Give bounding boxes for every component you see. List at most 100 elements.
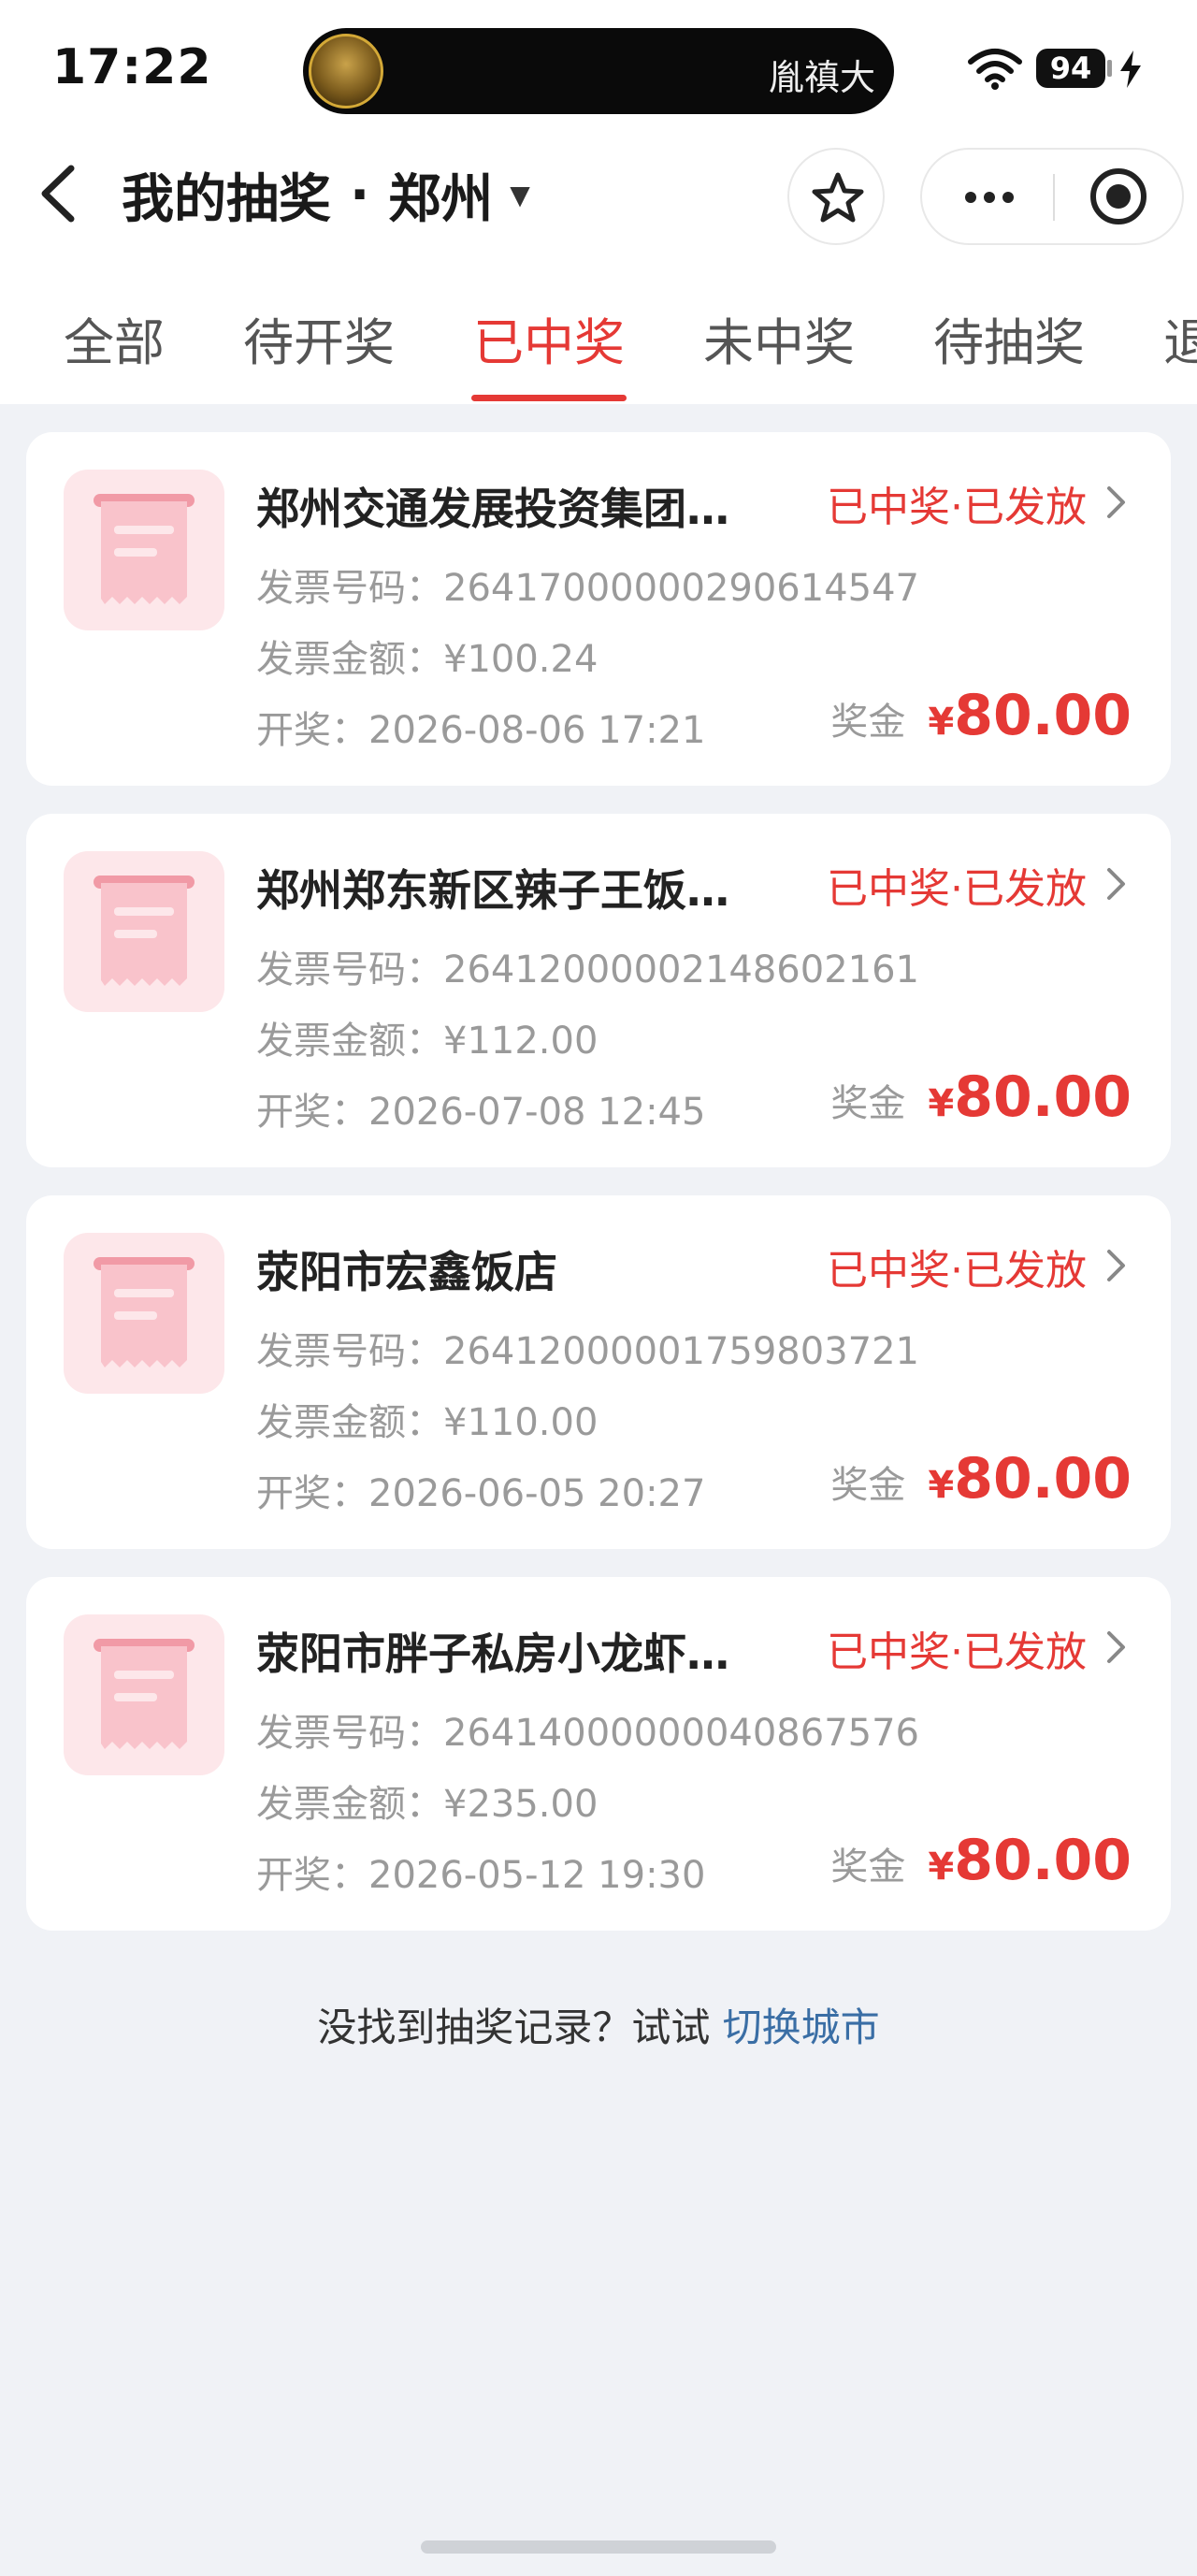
draw-time-row: 开奖：2026-05-12 19:30 bbox=[256, 1845, 705, 1899]
more-dot-icon bbox=[984, 192, 995, 203]
more-dot-icon bbox=[1002, 192, 1014, 203]
more-dot-icon bbox=[965, 192, 976, 203]
nav-bar: 我的抽奖 · 郑州 ▼ bbox=[0, 140, 1197, 245]
prize-amount-block: 奖金 ¥ 80.00 bbox=[830, 683, 1132, 748]
invoice-number-label: 发票号码： bbox=[256, 1712, 443, 1755]
draw-time-row: 开奖：2026-08-06 17:21 bbox=[256, 700, 705, 754]
lottery-card[interactable]: 荥阳市胖子私房小龙虾… 已中奖·已发放 发票号码：264140000000408… bbox=[26, 1577, 1171, 1931]
invoice-number-row: 发票号码：26417000000290614547 bbox=[256, 557, 919, 612]
invoice-number: 26414000000040867576 bbox=[443, 1712, 919, 1755]
prize-amount-block: 奖金 ¥ 80.00 bbox=[830, 1828, 1132, 1893]
prize-amount: 80.00 bbox=[954, 1446, 1132, 1512]
switch-city-link[interactable]: 切换城市 bbox=[723, 2004, 880, 2050]
prize-currency: ¥ bbox=[928, 1082, 955, 1125]
invoice-amount: ¥100.24 bbox=[443, 638, 598, 681]
lottery-card[interactable]: 郑州交通发展投资集团… 已中奖·已发放 发票号码：264170000002906… bbox=[26, 432, 1171, 786]
tab-to-draw[interactable]: 待抽奖 bbox=[933, 301, 1085, 375]
battery-tip bbox=[1107, 60, 1112, 77]
invoice-amount-row: 发票金额：¥235.00 bbox=[256, 1773, 598, 1828]
draw-time: 2026-06-05 20:27 bbox=[368, 1472, 706, 1515]
prize-status: 已中奖·已发放 bbox=[827, 1628, 1087, 1676]
star-icon bbox=[812, 172, 864, 223]
island-avatar-icon bbox=[309, 34, 383, 109]
prize-status: 已中奖·已发放 bbox=[827, 484, 1087, 531]
battery-level: 94 bbox=[1036, 49, 1105, 88]
tab-all[interactable]: 全部 bbox=[64, 301, 165, 375]
caret-down-icon[interactable]: ▼ bbox=[510, 180, 530, 210]
draw-time: 2026-08-06 17:21 bbox=[368, 709, 706, 752]
prize-amount: 80.00 bbox=[954, 683, 1132, 748]
invoice-amount-label: 发票金额： bbox=[256, 1020, 443, 1063]
tab-not-won[interactable]: 未中奖 bbox=[703, 301, 855, 375]
dynamic-island[interactable]: 胤禛大 bbox=[303, 28, 894, 114]
target-dot-icon bbox=[1106, 184, 1131, 209]
invoice-number-label: 发票号码： bbox=[256, 1330, 443, 1373]
merchant-name: 郑州交通发展投资集团… bbox=[256, 484, 729, 534]
invoice-number: 26412000001759803721 bbox=[443, 1330, 919, 1373]
chevron-right-icon bbox=[1107, 1631, 1125, 1663]
invoice-number: 26417000000290614547 bbox=[443, 567, 919, 610]
invoice-amount: ¥112.00 bbox=[443, 1020, 598, 1063]
receipt-icon bbox=[64, 1233, 224, 1394]
receipt-icon bbox=[64, 851, 224, 1012]
prize-currency: ¥ bbox=[928, 1845, 955, 1889]
favorite-button[interactable] bbox=[787, 148, 885, 245]
invoice-amount-row: 发票金额：¥110.00 bbox=[256, 1392, 598, 1446]
prize-label: 奖金 bbox=[830, 1845, 906, 1889]
tab-won[interactable]: 已中奖 bbox=[473, 301, 625, 375]
tab-refund[interactable]: 退 bbox=[1163, 301, 1197, 375]
lottery-card[interactable]: 郑州郑东新区辣子王饭… 已中奖·已发放 发票号码：264120000021486… bbox=[26, 814, 1171, 1167]
wifi-icon bbox=[968, 49, 1022, 90]
chevron-right-icon bbox=[1107, 486, 1125, 518]
back-arrow-icon[interactable] bbox=[34, 161, 86, 226]
prize-amount-block: 奖金 ¥ 80.00 bbox=[830, 1064, 1132, 1130]
more-options-button[interactable] bbox=[922, 150, 1053, 243]
invoice-amount-row: 发票金额：¥112.00 bbox=[256, 1010, 598, 1064]
draw-time-label: 开奖： bbox=[256, 1091, 368, 1134]
draw-time-row: 开奖：2026-07-08 12:45 bbox=[256, 1081, 705, 1136]
home-indicator[interactable] bbox=[421, 2540, 776, 2554]
page-title: 我的抽奖 · 郑州 ▼ bbox=[122, 157, 530, 233]
prize-currency: ¥ bbox=[928, 1464, 955, 1507]
lottery-card[interactable]: 荥阳市宏鑫饭店 已中奖·已发放 发票号码：2641200000175980372… bbox=[26, 1195, 1171, 1549]
invoice-amount: ¥110.00 bbox=[443, 1401, 598, 1444]
title-separator: · bbox=[350, 165, 370, 225]
prize-currency: ¥ bbox=[928, 701, 955, 744]
active-tab-indicator bbox=[471, 395, 627, 401]
draw-time-label: 开奖： bbox=[256, 1472, 368, 1515]
chevron-right-icon bbox=[1107, 868, 1125, 900]
island-text: 胤禛大 bbox=[768, 57, 875, 98]
charging-bolt-icon bbox=[1120, 51, 1141, 88]
draw-time-label: 开奖： bbox=[256, 1854, 368, 1897]
footer-text: 没找到抽奖记录？试试 bbox=[317, 2004, 723, 2050]
invoice-number: 26412000002148602161 bbox=[443, 948, 919, 991]
invoice-number-row: 发票号码：26412000001759803721 bbox=[256, 1321, 919, 1375]
prize-amount-block: 奖金 ¥ 80.00 bbox=[830, 1446, 1132, 1512]
invoice-amount: ¥235.00 bbox=[443, 1783, 598, 1826]
invoice-amount-label: 发票金额： bbox=[256, 1783, 443, 1826]
invoice-amount-label: 发票金额： bbox=[256, 1401, 443, 1444]
city-selector[interactable]: 郑州 bbox=[388, 157, 493, 233]
prize-label: 奖金 bbox=[830, 701, 906, 744]
header-area: 17:22 胤禛大 94 我的抽奖 · 郑州 ▼ 全部 待开奖 已中奖 未中奖 … bbox=[0, 0, 1197, 404]
draw-time-row: 开奖：2026-06-05 20:27 bbox=[256, 1463, 705, 1517]
prize-status: 已中奖·已发放 bbox=[827, 1247, 1087, 1295]
footer-note: 没找到抽奖记录？试试 切换城市 bbox=[0, 1996, 1197, 2053]
status-bar: 17:22 胤禛大 94 bbox=[0, 0, 1197, 131]
tab-pending-draw[interactable]: 待开奖 bbox=[243, 301, 395, 375]
merchant-name: 荥阳市宏鑫饭店 bbox=[256, 1247, 557, 1297]
invoice-number-row: 发票号码：26414000000040867576 bbox=[256, 1702, 919, 1757]
close-mini-program-button[interactable] bbox=[1055, 150, 1182, 243]
page-title-text: 我的抽奖 bbox=[122, 169, 331, 230]
invoice-amount-row: 发票金额：¥100.24 bbox=[256, 629, 598, 683]
mini-program-capsule bbox=[920, 148, 1184, 245]
filter-tabs: 全部 待开奖 已中奖 未中奖 待抽奖 退 bbox=[0, 281, 1197, 404]
invoice-number-row: 发票号码：26412000002148602161 bbox=[256, 939, 919, 993]
draw-time: 2026-05-12 19:30 bbox=[368, 1854, 706, 1897]
receipt-icon bbox=[64, 470, 224, 630]
merchant-name: 郑州郑东新区辣子王饭… bbox=[256, 865, 729, 916]
draw-time: 2026-07-08 12:45 bbox=[368, 1091, 706, 1134]
prize-status: 已中奖·已发放 bbox=[827, 865, 1087, 913]
receipt-icon bbox=[64, 1614, 224, 1775]
invoice-amount-label: 发票金额： bbox=[256, 638, 443, 681]
